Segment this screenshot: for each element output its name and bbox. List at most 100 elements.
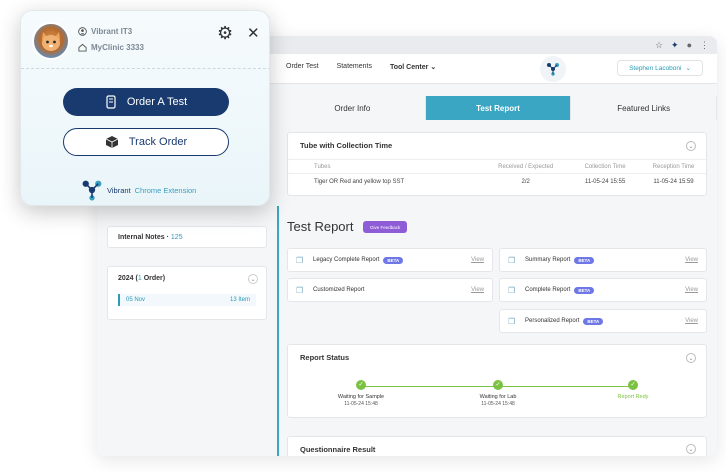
order-date: 05 Nov — [126, 297, 146, 303]
status-step-sample: ✓ Waiting for Sample 11-05-24 15:48 — [316, 380, 406, 407]
table-row: Tiger OR Red and yellow top SST 2/2 11-0… — [288, 173, 708, 190]
tube-table: Tubes Received / Expected Collection Tim… — [288, 159, 708, 190]
close-icon[interactable]: ✕ — [247, 24, 260, 42]
cell-tube: Tiger OR Red and yellow top SST — [288, 173, 481, 190]
nav-links: Order Test Statements Tool Center ⌄ — [286, 63, 436, 71]
cell-reception-time: 11-05-24 15:59 — [639, 173, 708, 190]
step-label: Report Redy — [617, 394, 649, 400]
internal-notes-count: 125 — [170, 234, 183, 241]
nav-tool-center[interactable]: Tool Center ⌄ — [390, 63, 436, 71]
user-line: Vibrant IT3 — [78, 27, 132, 36]
section-divider — [277, 206, 279, 456]
step-time: 11-05-24 15:48 — [344, 401, 378, 407]
year-orders-title: 2024 (1 Order) — [118, 275, 256, 282]
col-tubes: Tubes — [288, 159, 481, 174]
col-collection-time: Collection Time — [571, 159, 640, 174]
user-menu[interactable]: Stephen Lacoboni ⌄ — [617, 60, 703, 76]
table-header-row: Tubes Received / Expected Collection Tim… — [288, 159, 708, 174]
report-name: Summary Report — [525, 257, 571, 263]
document-icon: ❐ — [508, 255, 516, 265]
check-icon: ✓ — [356, 380, 366, 390]
menu-icon[interactable]: ⋮ — [700, 40, 709, 51]
tube-panel-title: Tube with Collection Time — [300, 141, 393, 150]
chevron-down-icon[interactable]: ⌄ — [686, 141, 696, 151]
tab-test-report[interactable]: Test Report — [425, 96, 572, 120]
check-icon: ✓ — [628, 380, 638, 390]
profile-icon[interactable]: ● — [687, 40, 692, 50]
year-suffix: Order) — [141, 275, 166, 282]
user-name: Vibrant IT3 — [91, 27, 133, 36]
order-test-label: Order A Test — [126, 96, 188, 108]
document-icon: ❐ — [508, 285, 516, 295]
col-reception-time: Reception Time — [639, 159, 708, 174]
vibrant-logo — [540, 56, 566, 82]
order-test-button[interactable]: Order A Test — [63, 88, 229, 116]
report-status-title: Report Status — [300, 353, 350, 362]
step-time: 11-05-24 15:48 — [481, 401, 515, 407]
view-link[interactable]: View — [685, 318, 698, 324]
track-order-button[interactable]: Track Order — [63, 128, 229, 156]
chevron-down-icon: ⌄ — [430, 64, 437, 71]
extension-popup: Vibrant IT3 MyClinic 3333 ⚙ ✕ Order A Te… — [20, 10, 270, 206]
vibrant-logo-icon — [82, 180, 102, 201]
brand-footer: Vibrant Chrome Extension — [81, 179, 196, 201]
internal-notes-card[interactable]: Internal Notes · 125 — [107, 226, 267, 248]
user-name: Stephen Lacoboni — [629, 64, 682, 72]
package-icon — [105, 136, 119, 148]
report-tabs: Order Info Test Report Featured Links — [280, 96, 717, 120]
clinic-name: MyClinic 3333 — [91, 43, 144, 52]
chevron-down-icon[interactable]: ⌄ — [686, 353, 696, 363]
report-name: Complete Report — [525, 287, 571, 293]
report-name: Customized Report — [313, 287, 365, 293]
star-icon[interactable]: ☆ — [655, 40, 663, 51]
tab-featured-links[interactable]: Featured Links — [571, 96, 717, 120]
tube-collection-panel: Tube with Collection Time ⌄ Tubes Receiv… — [287, 132, 708, 196]
screenshot-stage: ☆ ✦ ● ⋮ Order Test Statements Tool Cente… — [0, 0, 726, 472]
view-link[interactable]: View — [685, 257, 698, 263]
check-icon: ✓ — [493, 380, 503, 390]
brand-extension: Chrome Extension — [134, 185, 197, 195]
beta-badge: BETA — [383, 256, 404, 264]
internal-notes-label: Internal Notes · — [118, 234, 171, 241]
popup-divider — [21, 68, 269, 69]
nav-tool-center-label: Tool Center — [389, 64, 429, 71]
status-step-ready: ✓ Report Redy — [588, 380, 678, 400]
report-customized: ❐ Customized Report View — [287, 278, 493, 302]
chevron-down-icon[interactable]: ⌄ — [686, 444, 696, 454]
status-step-lab: ✓ Waiting for Lab 11-05-24 15:48 — [453, 380, 543, 407]
nav-order-test[interactable]: Order Test — [286, 63, 319, 71]
document-icon: ❐ — [296, 255, 304, 265]
give-feedback-button[interactable]: Give Feedback — [363, 221, 408, 233]
order-items: 13 Item — [229, 297, 250, 303]
view-link[interactable]: View — [685, 287, 698, 293]
gear-icon[interactable]: ⚙ — [217, 23, 233, 44]
nav-statements[interactable]: Statements — [337, 63, 372, 71]
chevron-down-icon[interactable]: ⌄ — [248, 274, 258, 284]
view-link[interactable]: View — [471, 287, 484, 293]
avatar — [32, 22, 70, 60]
view-link[interactable]: View — [471, 257, 484, 263]
report-summary: ❐ Summary Report BETA View — [499, 248, 707, 272]
clinic-line: MyClinic 3333 — [78, 43, 144, 52]
report-personalized: ❐ Personalized Report BETA View — [499, 309, 707, 333]
user-circle-icon — [78, 27, 87, 36]
home-icon — [78, 43, 87, 52]
report-legacy-complete: ❐ Legacy Complete Report BETA View — [287, 248, 493, 272]
cell-received: 2/2 — [480, 173, 572, 190]
brand-name: Vibrant — [107, 185, 131, 195]
year-orders-card: 2024 (1 Order) ⌄ 05 Nov 13 Item — [107, 266, 267, 320]
document-icon: ❐ — [296, 285, 304, 295]
tab-order-info[interactable]: Order Info — [280, 96, 426, 120]
col-received: Received / Expected — [480, 159, 572, 174]
step-label: Waiting for Sample — [337, 394, 385, 400]
cell-collection-time: 11-05-24 15:55 — [571, 173, 640, 190]
report-name: Personalized Report — [525, 318, 580, 324]
report-status-panel: Report Status ⌄ ✓ Waiting for Sample 11-… — [287, 344, 707, 418]
extension-icon[interactable]: ✦ — [671, 40, 679, 51]
test-tube-icon — [106, 95, 116, 109]
order-row[interactable]: 05 Nov 13 Item — [118, 294, 256, 306]
report-complete: ❐ Complete Report BETA View — [499, 278, 707, 302]
vibrant-logo-icon — [547, 63, 559, 76]
beta-badge: BETA — [574, 256, 595, 264]
questionnaire-title: Questionnaire Result — [300, 445, 376, 454]
